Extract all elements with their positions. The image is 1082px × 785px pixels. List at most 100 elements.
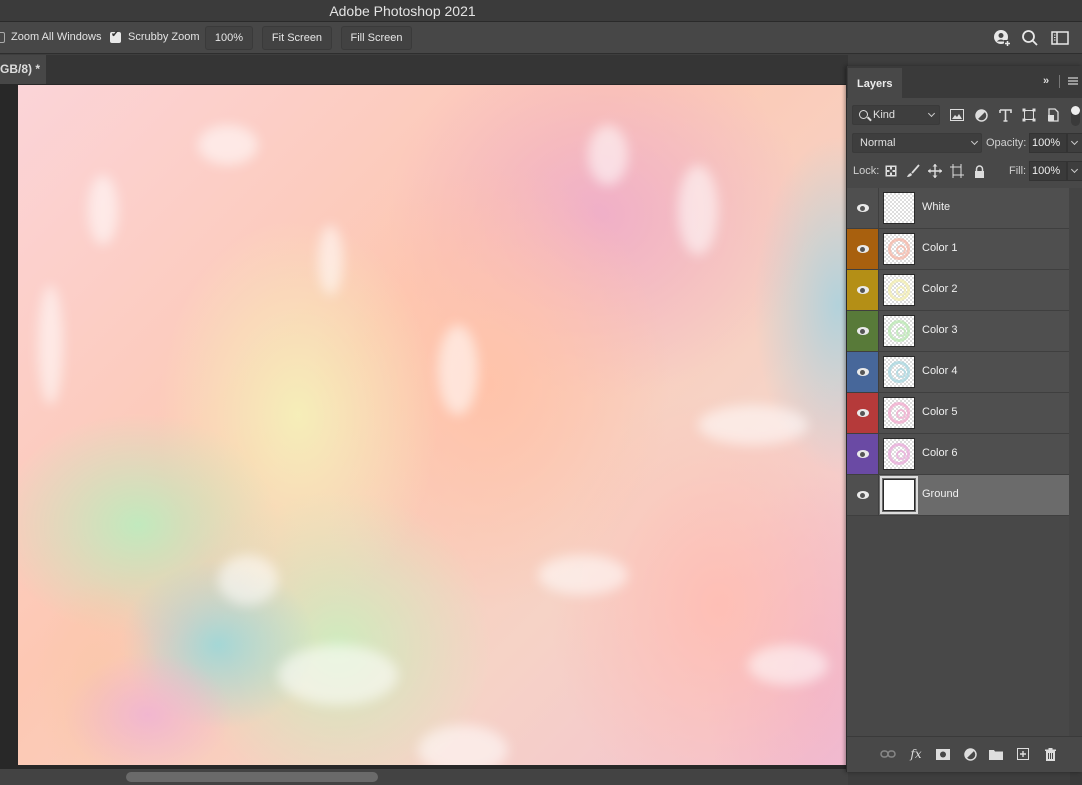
eye-icon — [856, 450, 869, 458]
chevron-down-icon — [970, 137, 979, 146]
visibility-toggle[interactable] — [847, 475, 879, 515]
smart-object-filter-icon[interactable] — [1045, 107, 1061, 123]
header-divider — [1059, 75, 1060, 88]
canvas-area — [0, 84, 848, 769]
group-folder-icon[interactable] — [987, 745, 1005, 763]
layer-name: Color 2 — [922, 283, 958, 295]
tie-dye-highlight — [538, 555, 628, 595]
layer-name: Color 3 — [922, 324, 958, 336]
layer-name: Ground — [922, 488, 959, 500]
trash-icon[interactable] — [1041, 745, 1059, 763]
layers-panel-header: Layers » — [847, 66, 1082, 98]
lock-all-icon[interactable] — [971, 163, 987, 179]
layer-row[interactable]: Color 2 — [847, 270, 1069, 311]
layer-name: Color 4 — [922, 365, 958, 377]
scrubby-zoom-label: Scrubby Zoom — [128, 31, 200, 43]
layer-thumbnail — [883, 192, 915, 224]
app-title: Adobe Photoshop 2021 — [329, 3, 476, 19]
opacity-dropdown[interactable] — [1067, 133, 1082, 153]
tie-dye-highlight — [698, 405, 808, 445]
adjustment-layer-icon[interactable] — [961, 745, 979, 763]
panel-menu-icon[interactable] — [1068, 77, 1078, 85]
layer-row[interactable]: Color 3 — [847, 311, 1069, 352]
fill-label: Fill: — [1009, 165, 1027, 177]
visibility-toggle[interactable] — [847, 352, 879, 392]
tie-dye-highlight — [88, 175, 118, 245]
options-bar: Zoom All Windows Scrubby Zoom 100% Fit S… — [0, 22, 1082, 54]
layer-row[interactable]: Color 6 — [847, 434, 1069, 475]
scrubby-zoom-checkbox[interactable] — [110, 29, 121, 43]
adjustment-filter-icon[interactable] — [973, 107, 989, 123]
opacity-label: Opacity: — [986, 137, 1027, 149]
layer-thumbnail — [883, 274, 915, 306]
layers-panel-footer: fx — [847, 736, 1082, 772]
zoom-all-windows-label: Zoom All Windows — [11, 31, 102, 43]
horizontal-scrollbar[interactable] — [0, 769, 848, 785]
layers-tab[interactable]: Layers — [848, 68, 902, 98]
blend-mode-select[interactable]: Normal — [852, 133, 982, 153]
visibility-toggle[interactable] — [847, 229, 879, 269]
search-icon[interactable] — [1020, 28, 1040, 48]
zoom-all-windows-checkbox[interactable] — [0, 32, 5, 43]
link-layers-icon[interactable] — [879, 745, 897, 763]
layer-thumbnail — [883, 438, 915, 470]
visibility-toggle[interactable] — [847, 311, 879, 351]
lock-transparent-icon[interactable] — [883, 163, 899, 179]
blend-row: Normal Opacity: 100% — [847, 132, 1082, 156]
fx-icon[interactable]: fx — [907, 745, 925, 763]
layer-row[interactable]: Color 4 — [847, 352, 1069, 393]
search-icon — [859, 110, 868, 119]
zoom-100-button[interactable]: 100% — [205, 26, 253, 50]
new-layer-icon[interactable] — [1014, 745, 1032, 763]
visibility-toggle[interactable] — [847, 188, 879, 228]
filter-toggle-switch[interactable] — [1071, 106, 1080, 126]
lock-image-icon[interactable] — [905, 163, 921, 179]
tie-dye-highlight — [588, 125, 628, 185]
kind-filter-select[interactable]: Kind — [852, 105, 940, 125]
artboard-lock-icon[interactable] — [949, 163, 965, 179]
fit-screen-button[interactable]: Fit Screen — [262, 26, 332, 50]
layer-row[interactable]: Color 5 — [847, 393, 1069, 434]
layer-name: Color 6 — [922, 447, 958, 459]
chevron-down-icon — [927, 109, 936, 118]
layer-thumbnail — [883, 233, 915, 265]
eye-icon — [856, 491, 869, 499]
visibility-toggle[interactable] — [847, 434, 879, 474]
fill-input[interactable]: 100% — [1029, 161, 1067, 181]
type-filter-icon[interactable] — [997, 107, 1013, 123]
share-user-icon[interactable] — [992, 28, 1012, 48]
layer-name: Color 5 — [922, 406, 958, 418]
eye-icon — [856, 368, 869, 376]
tie-dye-highlight — [438, 325, 478, 415]
fill-dropdown[interactable] — [1067, 161, 1082, 181]
tie-dye-highlight — [678, 165, 718, 255]
tie-dye-highlight — [748, 645, 828, 685]
fill-screen-button[interactable]: Fill Screen — [341, 26, 412, 50]
collapse-panel-icon[interactable]: » — [1043, 75, 1049, 87]
pixel-filter-icon[interactable] — [949, 107, 965, 123]
layer-row[interactable]: Color 1 — [847, 229, 1069, 270]
visibility-toggle[interactable] — [847, 393, 879, 433]
eye-icon — [856, 245, 869, 253]
tie-dye-highlight — [278, 645, 398, 705]
document-canvas[interactable] — [18, 85, 846, 765]
horizontal-scroll-thumb[interactable] — [126, 772, 378, 782]
document-tab[interactable]: GB/8) * — [0, 55, 46, 84]
title-bar: Adobe Photoshop 2021 — [0, 0, 1082, 22]
layer-row[interactable]: White — [847, 188, 1069, 229]
visibility-toggle[interactable] — [847, 270, 879, 310]
layer-row[interactable]: Ground — [847, 475, 1069, 516]
add-mask-icon[interactable] — [934, 745, 952, 763]
layer-filter-row: Kind — [847, 104, 1082, 128]
tie-dye-highlight — [318, 225, 343, 295]
layers-scrollbar[interactable] — [1069, 188, 1082, 736]
lock-label: Lock: — [853, 165, 880, 177]
workspace-icon[interactable] — [1050, 28, 1070, 48]
shape-filter-icon[interactable] — [1021, 107, 1037, 123]
lock-position-icon[interactable] — [927, 163, 943, 179]
chevron-down-icon — [1070, 165, 1079, 174]
eye-icon — [856, 327, 869, 335]
document-tab-bar: GB/8) * — [0, 55, 848, 84]
opacity-input[interactable]: 100% — [1029, 133, 1067, 153]
layer-name: Color 1 — [922, 242, 958, 254]
